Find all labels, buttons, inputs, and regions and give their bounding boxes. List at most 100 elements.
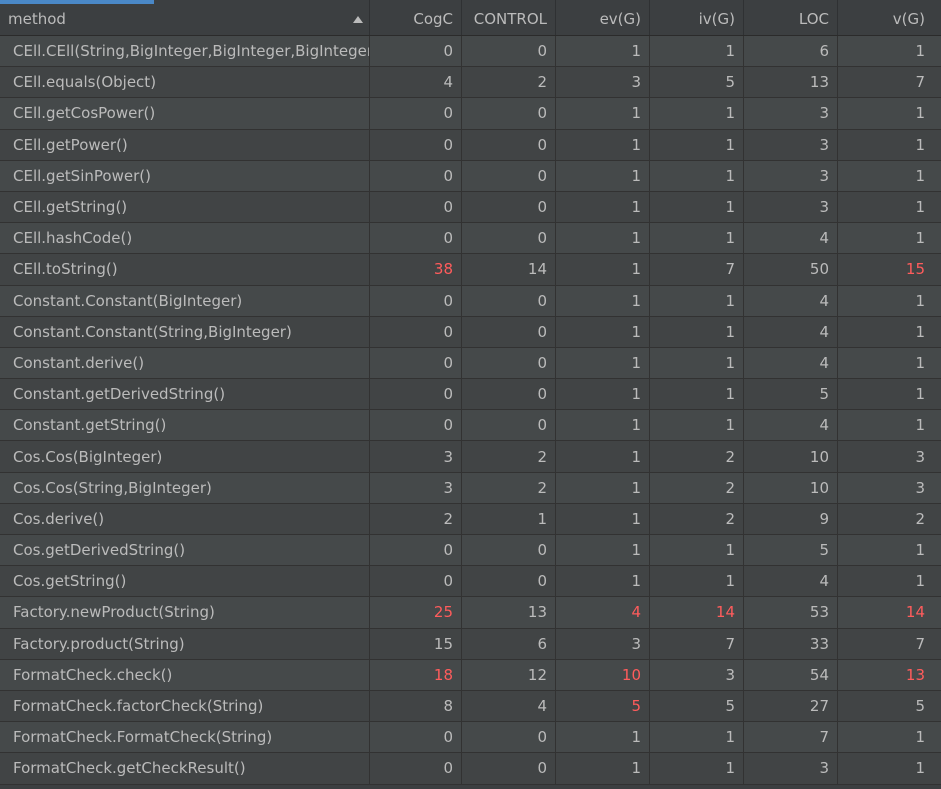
table-row[interactable]: FormatCheck.check() 18 12 10 3 54 13 (0, 659, 941, 691)
table-row[interactable]: Factory.product(String) 15 6 3 7 33 7 (0, 628, 941, 660)
column-header-ivg[interactable]: iv(G) (650, 0, 744, 35)
method-cell: CEll.hashCode() (0, 223, 370, 254)
cogc-cell-text: 38 (433, 260, 453, 279)
method-cell-text: Cos.Cos(String,BigInteger) (13, 478, 212, 497)
evg-cell-text: 1 (631, 166, 641, 185)
column-header-evg[interactable]: ev(G) (556, 0, 650, 35)
ivg-cell-text: 2 (725, 478, 735, 497)
control-cell: 0 (462, 98, 556, 129)
vg-cell-text: 1 (915, 198, 925, 217)
ivg-cell-text: 1 (725, 572, 735, 591)
table-row[interactable]: CEll.getCosPower() 0 0 1 1 3 1 (0, 98, 941, 130)
table-row[interactable]: FormatCheck.factorCheck(String) 8 4 5 5 27 5 (0, 690, 941, 723)
ivg-cell: 1 (650, 285, 744, 316)
evg-cell: 1 (556, 160, 650, 191)
method-cell-text: Constant.getString() (13, 416, 167, 435)
table-row[interactable]: Constant.getString() 0 0 1 1 4 1 (0, 410, 941, 442)
control-cell-text: 0 (537, 198, 547, 217)
loc-cell: 50 (744, 254, 838, 285)
cogc-cell-text: 8 (443, 697, 453, 716)
method-cell: CEll.getPower() (0, 129, 370, 160)
method-cell-text: CEll.toString() (13, 260, 118, 279)
method-cell: Cos.getDerivedString() (0, 535, 370, 566)
control-cell: 0 (462, 753, 556, 784)
table-row[interactable]: Constant.getDerivedString() 0 0 1 1 5 1 (0, 379, 941, 411)
table-row[interactable]: Cos.Cos(BigInteger) 3 2 1 2 10 3 (0, 441, 941, 473)
control-cell-text: 0 (537, 322, 547, 341)
control-cell: 2 (462, 441, 556, 472)
column-header-vg[interactable]: v(G) (838, 0, 941, 35)
loc-cell-text: 33 (809, 634, 829, 653)
cogc-cell: 0 (370, 316, 462, 347)
method-cell-text: Cos.Cos(BigInteger) (13, 447, 163, 466)
column-header-method[interactable]: method (0, 0, 370, 35)
method-cell: Factory.newProduct(String) (0, 597, 370, 628)
ivg-cell: 1 (650, 753, 744, 784)
vg-cell: 1 (838, 98, 941, 128)
vg-cell-text: 5 (915, 697, 925, 716)
table-row[interactable]: Constant.Constant(String,BigInteger) 0 0 1 1… (0, 316, 941, 348)
control-cell-text: 2 (537, 73, 547, 92)
method-cell-text: FormatCheck.check() (13, 665, 173, 684)
cogc-cell: 3 (370, 472, 462, 503)
evg-cell: 1 (556, 316, 650, 347)
vg-cell-text: 1 (915, 353, 925, 372)
control-cell: 0 (462, 535, 556, 566)
control-cell-text: 0 (537, 229, 547, 248)
evg-cell: 1 (556, 566, 650, 597)
table-row[interactable]: CEll.getPower() 0 0 1 1 3 1 (0, 129, 941, 161)
table-row[interactable]: CEll.CEll(String,BigInteger,BigInteger,B… (0, 36, 941, 68)
method-cell-text: Factory.product(String) (13, 634, 185, 653)
column-header-control[interactable]: CONTROL (462, 0, 556, 35)
loc-cell: 3 (744, 98, 838, 129)
method-cell: FormatCheck.FormatCheck(String) (0, 722, 370, 753)
evg-cell-text: 1 (631, 759, 641, 778)
evg-cell: 1 (556, 223, 650, 254)
table-row[interactable]: FormatCheck.getCheckResult() 0 0 1 1 3 1 (0, 753, 941, 785)
evg-cell: 1 (556, 503, 650, 534)
control-cell: 0 (462, 160, 556, 191)
evg-cell-text: 1 (631, 447, 641, 466)
ivg-cell-text: 2 (725, 447, 735, 466)
column-header-loc[interactable]: LOC (744, 0, 838, 35)
table-row[interactable]: Cos.derive() 2 1 1 2 9 2 (0, 503, 941, 535)
cogc-cell: 4 (370, 67, 462, 98)
cogc-cell-text: 0 (443, 291, 453, 310)
table-row[interactable]: CEll.getSinPower() 0 0 1 1 3 1 (0, 160, 941, 192)
metrics-table: method CogC CONTROL ev(G) iv(G) LOC v(G)… (0, 0, 941, 785)
cogc-cell: 2 (370, 503, 462, 534)
control-cell-text: 13 (527, 603, 547, 622)
ivg-cell-text: 1 (725, 541, 735, 560)
table-row[interactable]: CEll.hashCode() 0 0 1 1 4 1 (0, 223, 941, 255)
cogc-cell: 8 (370, 690, 462, 722)
loc-cell: 10 (744, 472, 838, 503)
table-row[interactable]: Cos.getDerivedString() 0 0 1 1 5 1 (0, 535, 941, 567)
table-row[interactable]: FormatCheck.FormatCheck(String) 0 0 1 1 7 1 (0, 722, 941, 754)
loc-cell: 4 (744, 566, 838, 597)
column-header-cogc[interactable]: CogC (370, 0, 462, 35)
table-row[interactable]: Cos.getString() 0 0 1 1 4 1 (0, 566, 941, 598)
table-row[interactable]: CEll.equals(Object) 4 2 3 5 13 7 (0, 67, 941, 99)
evg-cell-text: 5 (631, 697, 641, 716)
method-cell: FormatCheck.getCheckResult() (0, 753, 370, 784)
ivg-cell: 2 (650, 472, 744, 503)
control-cell: 0 (462, 566, 556, 597)
vg-cell-text: 1 (915, 572, 925, 591)
evg-cell-text: 1 (631, 198, 641, 217)
table-row[interactable]: Factory.newProduct(String) 25 13 4 14 53 14 (0, 597, 941, 629)
table-row[interactable]: Constant.derive() 0 0 1 1 4 1 (0, 347, 941, 380)
table-row[interactable]: CEll.toString() 38 14 1 7 50 15 (0, 254, 941, 286)
table-row[interactable]: CEll.getString() 0 0 1 1 3 1 (0, 191, 941, 224)
table-row[interactable]: Cos.Cos(String,BigInteger) 3 2 1 2 10 3 (0, 472, 941, 504)
method-cell-text: CEll.getPower() (13, 135, 128, 154)
ivg-cell: 1 (650, 347, 744, 379)
control-cell: 0 (462, 379, 556, 410)
table-row[interactable]: Constant.Constant(BigInteger) 0 0 1 1 4 1 (0, 285, 941, 317)
cogc-cell-text: 0 (443, 42, 453, 61)
column-header-label: CONTROL (473, 10, 547, 28)
horizontal-scroll-indicator[interactable] (0, 0, 154, 4)
ivg-cell-text: 1 (725, 353, 735, 372)
cogc-cell-text: 15 (433, 634, 453, 653)
ivg-cell: 5 (650, 690, 744, 722)
control-cell-text: 0 (537, 353, 547, 372)
